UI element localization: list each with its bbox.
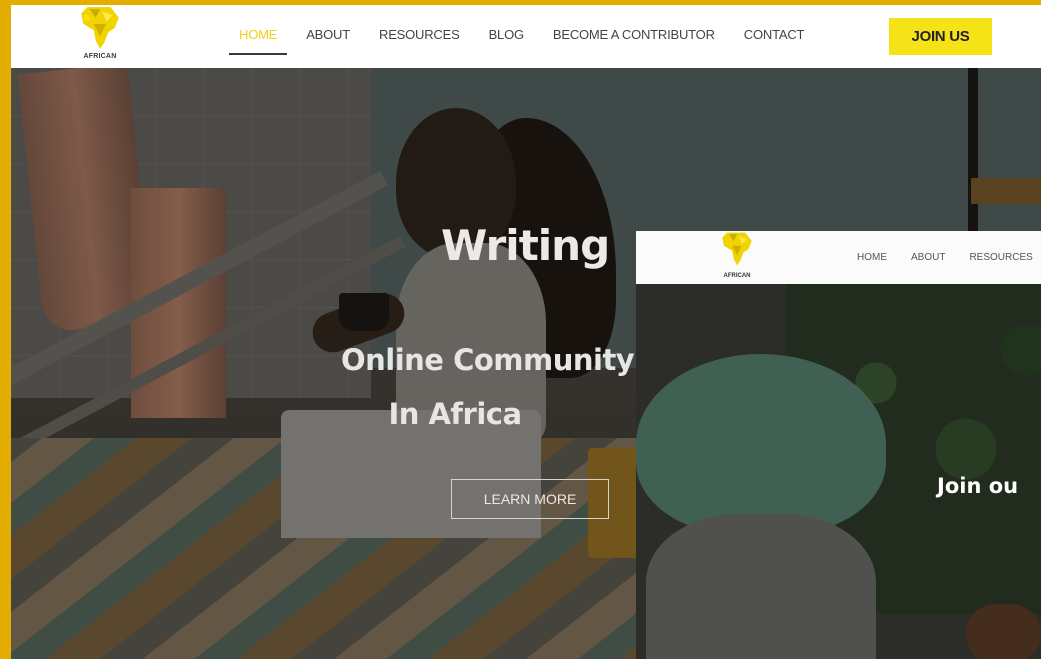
logo-text: AFRICAN: [83, 53, 117, 60]
nav-item-become-contributor[interactable]: BECOME A CONTRIBUTOR: [553, 27, 715, 55]
nav-item-contact[interactable]: CONTACT: [744, 27, 805, 55]
nav-item-resources[interactable]: RESOURCES: [379, 27, 460, 55]
nav-menu: HOME ABOUT RESOURCES BLOG BECOME A CONTR…: [228, 27, 833, 55]
africa-map-icon: [81, 7, 119, 49]
nav-item-about[interactable]: ABOUT: [306, 27, 350, 55]
join-us-button[interactable]: JOIN US: [889, 18, 992, 55]
africa-map-icon: [722, 232, 752, 266]
nav-item-blog[interactable]: BLOG: [489, 27, 525, 55]
secondary-hero-title: Join ou: [937, 474, 1019, 498]
nav-item-home[interactable]: HOME: [228, 27, 288, 55]
secondary-screenshot: AFRICAN HOME ABOUT RESOURCES Join ou: [636, 231, 1041, 659]
secondary-nav-item-home[interactable]: HOME: [857, 252, 887, 263]
secondary-hero-section: Join ou: [636, 284, 1041, 659]
hero-title: Writing: [441, 221, 610, 270]
secondary-nav-item-resources[interactable]: RESOURCES: [969, 252, 1032, 263]
hero-overlay: [636, 284, 1041, 659]
secondary-nav-menu: HOME ABOUT RESOURCES: [857, 252, 1041, 263]
site-logo[interactable]: AFRICAN: [75, 5, 125, 65]
secondary-logo-text: AFRICAN: [723, 273, 751, 279]
learn-more-button[interactable]: LEARN MORE: [451, 479, 609, 519]
header-navbar: AFRICAN HOME ABOUT RESOURCES BLOG BECOME…: [11, 5, 1041, 68]
secondary-navbar: AFRICAN HOME ABOUT RESOURCES: [636, 231, 1041, 284]
secondary-nav-item-about[interactable]: ABOUT: [911, 252, 945, 263]
secondary-site-logo[interactable]: AFRICAN: [716, 231, 758, 283]
